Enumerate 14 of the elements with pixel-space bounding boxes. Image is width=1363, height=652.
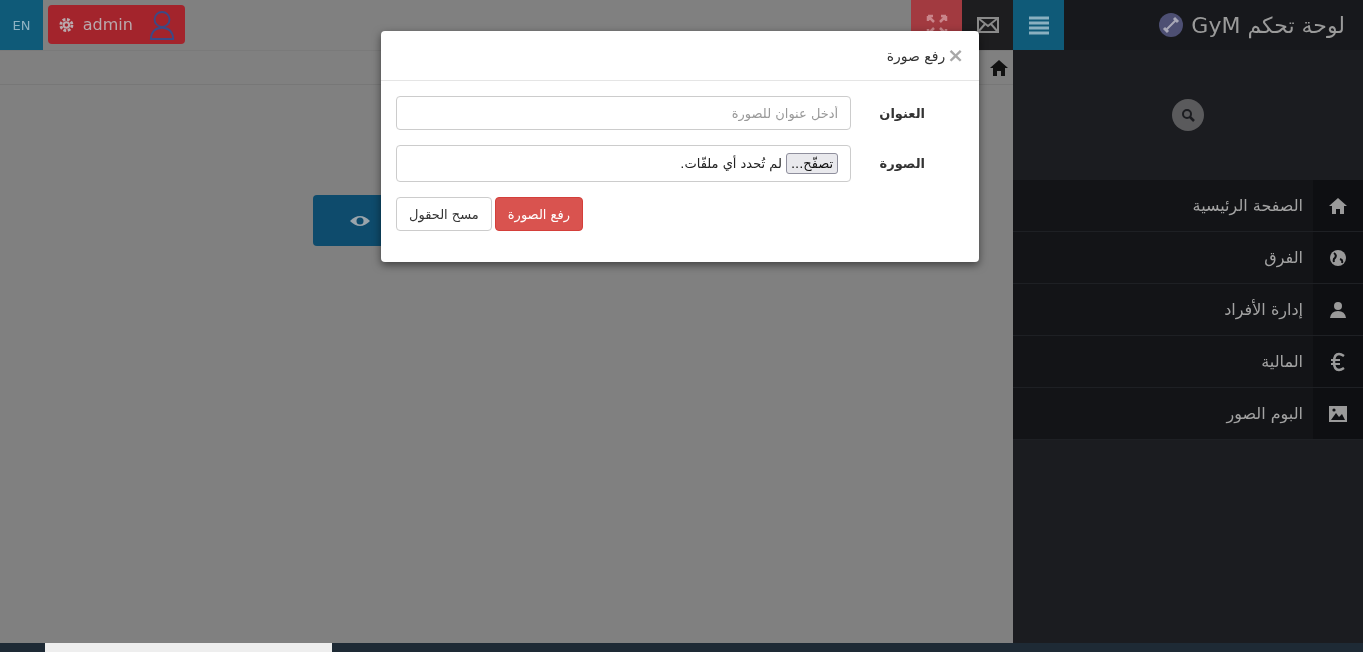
clear-button[interactable]: مسح الحقول [396,197,492,231]
sidebar-item[interactable]: المالية [1013,336,1363,388]
upload-button[interactable]: رفع الصورة [494,197,583,231]
file-field[interactable]: تصفّح... لم تُحدد أي ملفّات. [396,145,852,182]
sidebar-item[interactable]: الصفحة الرئيسية [1013,180,1363,232]
dialog-title: رفع صورة [886,47,946,64]
browse-button[interactable]: تصفّح... [785,153,839,174]
field-label: الصورة [878,156,926,171]
sidebar-item[interactable]: الفرق [1013,232,1363,284]
sidebar-item[interactable]: إدارة الأفراد [1013,284,1363,336]
brand-title: لوحة تحكم GyM [1191,12,1345,38]
sidebar-item[interactable]: البوم الصور [1013,388,1363,440]
file-status-text: لم تُحدد أي ملفّات. [680,156,782,171]
field-label: العنوان [878,105,926,121]
